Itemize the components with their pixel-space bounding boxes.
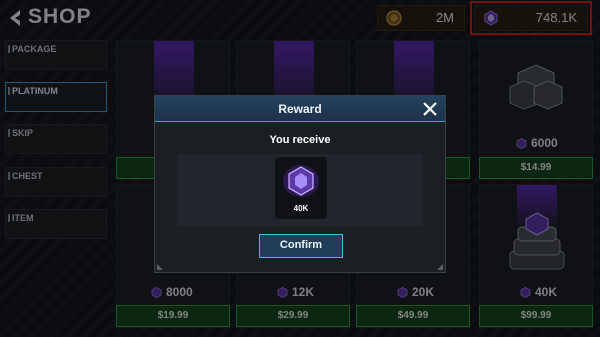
dialog-title: Reward: [278, 102, 322, 116]
corner-accent: [437, 264, 443, 270]
reward-dialog: Reward You receive 40K Confirm: [154, 95, 446, 273]
dialog-header: Reward: [155, 96, 445, 122]
corner-accent: [157, 264, 163, 270]
dialog-subtitle: You receive: [269, 134, 331, 146]
reward-amount: 40K: [293, 204, 309, 213]
reward-item: 40K: [275, 157, 327, 219]
confirm-button[interactable]: Confirm: [259, 234, 343, 258]
platinum-gem-icon: [283, 165, 319, 197]
close-icon[interactable]: [421, 100, 439, 118]
